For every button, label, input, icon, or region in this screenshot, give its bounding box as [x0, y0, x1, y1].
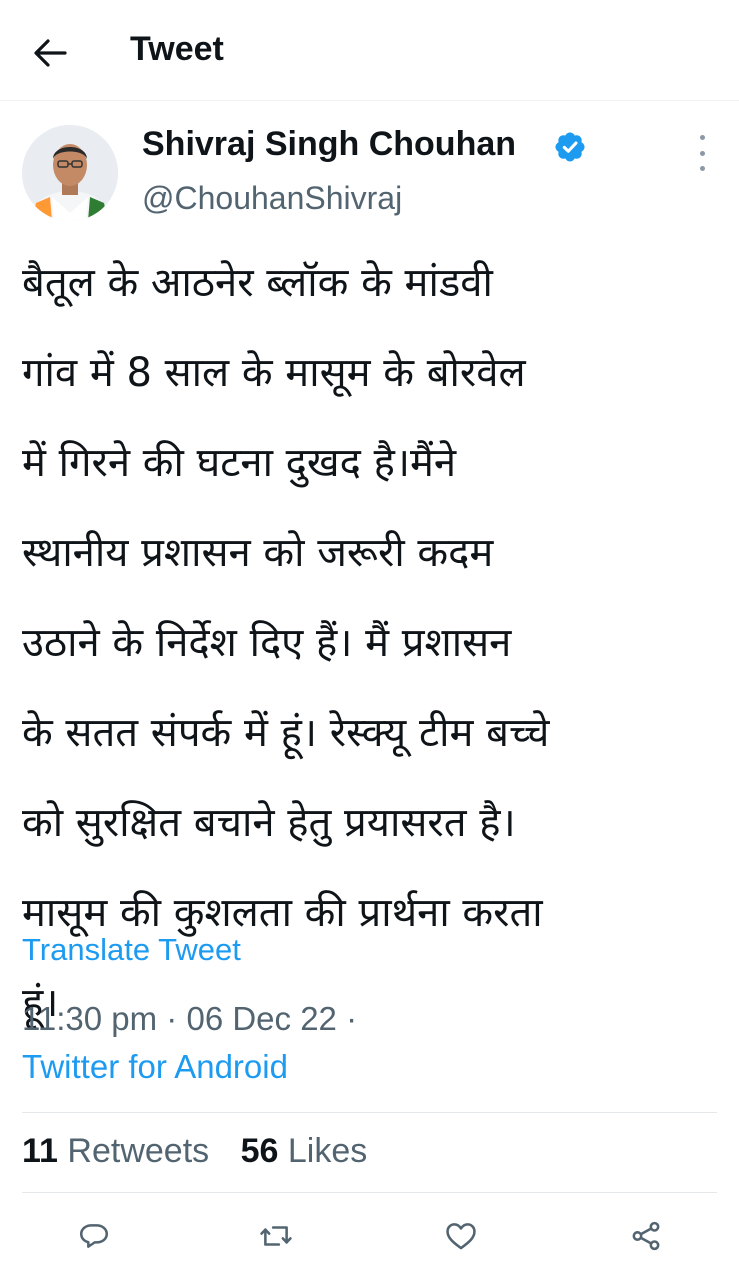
- tweet-stats: 11 Retweets 56 Likes: [22, 1132, 389, 1171]
- verified-badge-icon: [555, 132, 585, 162]
- arrow-left-icon: [34, 39, 67, 67]
- share-button[interactable]: [622, 1212, 670, 1260]
- retweet-icon: [260, 1226, 292, 1246]
- more-dot-icon: [699, 135, 705, 140]
- profile-photo: [22, 125, 118, 221]
- divider: [22, 1192, 717, 1193]
- author-handle[interactable]: @ChouhanShivraj: [142, 180, 402, 217]
- like-button[interactable]: [437, 1212, 485, 1260]
- retweets-stat[interactable]: 11 Retweets: [22, 1132, 209, 1170]
- more-options-button[interactable]: [690, 135, 714, 171]
- retweets-label: Retweets: [67, 1132, 210, 1170]
- like-icon: [446, 1223, 476, 1250]
- likes-label: Likes: [287, 1132, 368, 1170]
- translate-tweet-link[interactable]: Translate Tweet: [22, 932, 241, 968]
- reply-button[interactable]: [70, 1212, 118, 1260]
- more-dot-icon: [699, 166, 705, 171]
- reply-icon: [79, 1224, 109, 1248]
- divider: [22, 1112, 717, 1113]
- author-name[interactable]: Shivraj Singh Chouhan: [142, 125, 516, 164]
- retweets-count: 11: [22, 1132, 58, 1170]
- avatar[interactable]: [22, 125, 118, 221]
- tweet-text: बैतूल के आठनेर ब्लॉक के मांडवी गांव में …: [22, 260, 550, 1026]
- share-icon: [632, 1221, 660, 1251]
- top-bar: Tweet: [0, 0, 739, 101]
- tweet-timestamp[interactable]: 11:30 pm · 06 Dec 22 ·: [22, 1000, 357, 1038]
- back-button[interactable]: [30, 33, 70, 73]
- more-dot-icon: [699, 150, 705, 156]
- page-title: Tweet: [130, 30, 224, 68]
- likes-stat[interactable]: 56 Likes: [241, 1132, 368, 1170]
- retweet-button[interactable]: [252, 1212, 300, 1260]
- tweet-source-link[interactable]: Twitter for Android: [22, 1048, 288, 1086]
- likes-count: 56: [240, 1132, 279, 1170]
